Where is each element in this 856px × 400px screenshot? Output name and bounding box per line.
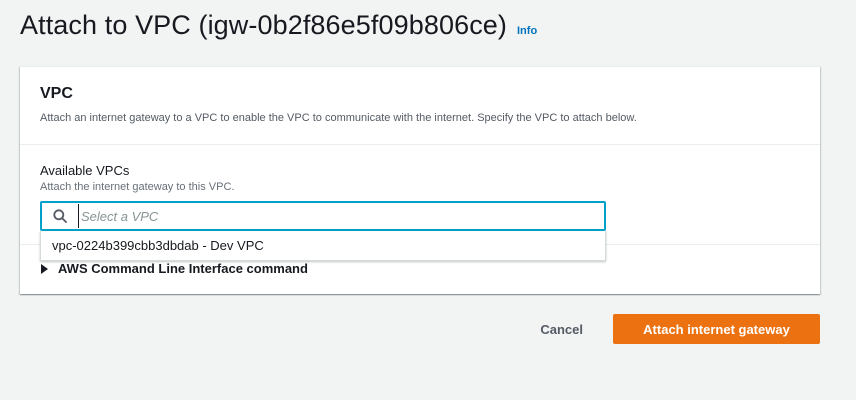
vpc-panel: VPC Attach an internet gateway to a VPC … [20, 66, 820, 294]
available-vpcs-label: Available VPCs [40, 163, 130, 178]
cli-command-label: AWS Command Line Interface command [58, 261, 308, 276]
page-header: Attach to VPC (igw-0b2f86e5f09b806ce) In… [20, 10, 537, 41]
panel-body: Available VPCs Attach the internet gatew… [20, 145, 820, 261]
vpc-dropdown: vpc-0224b399cbb3dbdab - Dev VPC [40, 231, 606, 261]
form-actions: Cancel Attach internet gateway [534, 314, 820, 344]
panel-description: Attach an internet gateway to a VPC to e… [40, 112, 637, 124]
cancel-button[interactable]: Cancel [534, 316, 589, 343]
vpc-search-input[interactable] [78, 204, 604, 228]
panel-title: VPC [40, 85, 73, 102]
info-link[interactable]: Info [517, 25, 537, 37]
dropdown-option[interactable]: vpc-0224b399cbb3dbdab - Dev VPC [41, 231, 605, 259]
caret-right-icon [40, 263, 50, 275]
vpc-select[interactable] [40, 201, 606, 231]
panel-header: VPC Attach an internet gateway to a VPC … [20, 67, 820, 145]
attach-internet-gateway-button[interactable]: Attach internet gateway [613, 314, 820, 344]
available-vpcs-description: Attach the internet gateway to this VPC. [40, 181, 235, 193]
page-title: Attach to VPC (igw-0b2f86e5f09b806ce) [20, 10, 507, 40]
search-icon [42, 203, 78, 229]
cli-command-expander[interactable]: AWS Command Line Interface command [40, 261, 308, 276]
